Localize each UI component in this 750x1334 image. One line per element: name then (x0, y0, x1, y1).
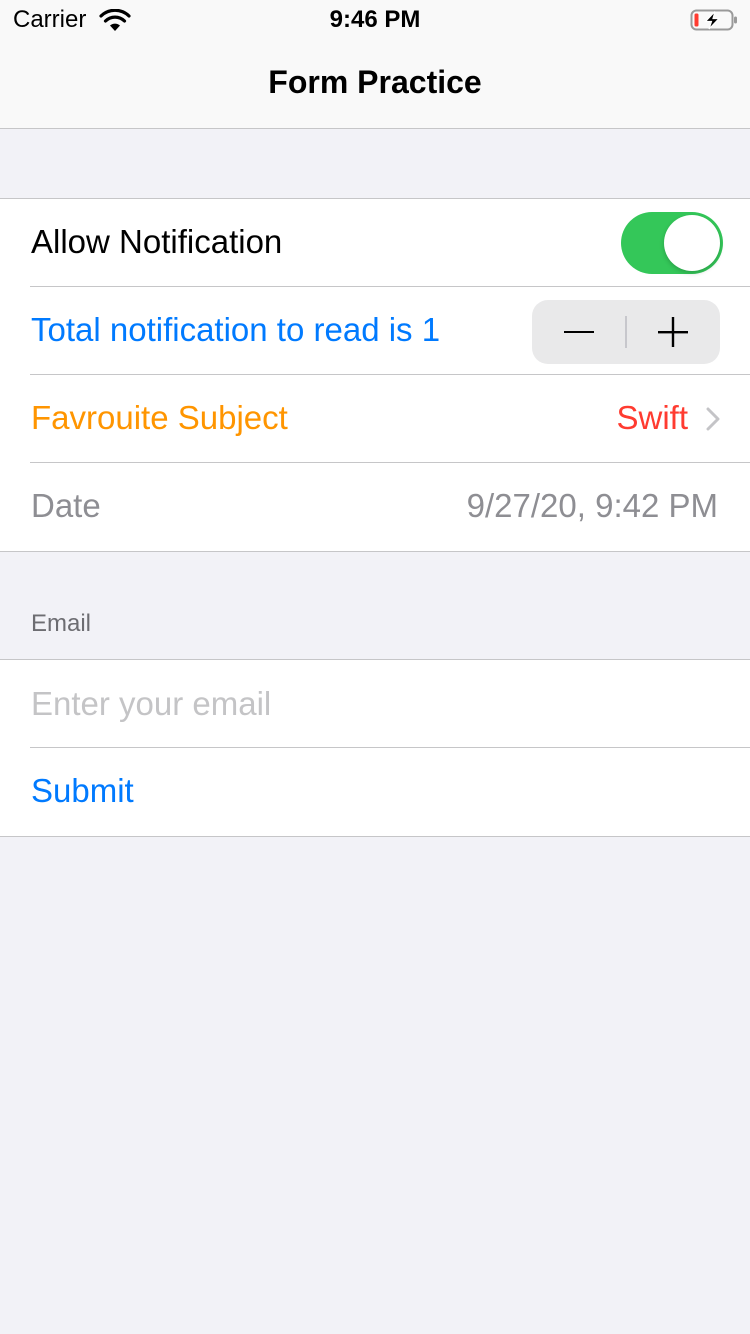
email-section-header: Email (31, 610, 92, 637)
chevron-right-icon (706, 407, 720, 431)
favourite-subject-row[interactable]: Favrouite Subject Swift (30, 375, 750, 463)
email-row (30, 660, 750, 748)
battery-charging-icon (690, 9, 737, 31)
navigation-bar: Form Practice (0, 40, 750, 129)
minus-icon (564, 331, 594, 333)
submit-button[interactable]: Submit (31, 772, 134, 810)
decrement-button[interactable] (532, 300, 626, 364)
page-title: Form Practice (268, 64, 482, 100)
allow-notification-toggle[interactable] (621, 212, 723, 274)
status-bar: Carrier 9:46 PM (0, 0, 750, 40)
date-value: 9/27/20, 9:42 PM (466, 487, 718, 524)
submit-row[interactable]: Submit (30, 748, 750, 836)
status-time: 9:46 PM (329, 6, 421, 33)
settings-group: Allow Notification Total notification to… (0, 198, 750, 552)
email-field[interactable] (31, 660, 711, 748)
toggle-knob (664, 215, 720, 271)
email-group: Submit (0, 659, 750, 837)
stepper-label: Total notification to read is 1 (31, 311, 441, 348)
increment-button[interactable] (626, 300, 720, 364)
favourite-subject-label: Favrouite Subject (31, 399, 288, 436)
plus-icon (658, 317, 688, 347)
date-row[interactable]: Date 9/27/20, 9:42 PM (30, 463, 750, 551)
allow-notification-label: Allow Notification (31, 223, 283, 260)
date-label: Date (31, 487, 101, 524)
allow-notification-row: Allow Notification (30, 199, 750, 287)
favourite-subject-value: Swift (616, 399, 688, 436)
notification-stepper-row: Total notification to read is 1 (30, 287, 750, 375)
notification-stepper[interactable] (532, 300, 720, 364)
